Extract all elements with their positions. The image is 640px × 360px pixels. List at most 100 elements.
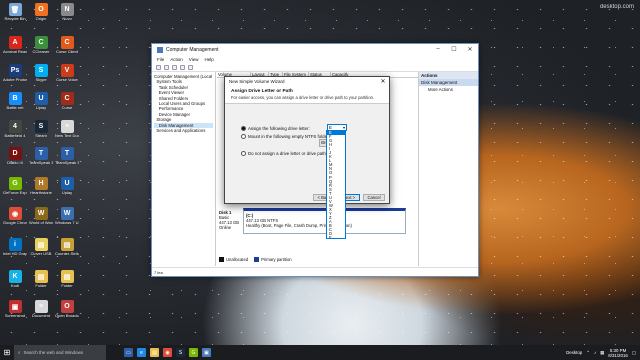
actions-disk-management[interactable]: Disk Management — [419, 79, 478, 86]
file-explorer-icon[interactable]: ▤ — [150, 348, 159, 357]
desktop-icon[interactable]: U Uplay — [29, 92, 53, 111]
app-icon: D — [8, 147, 22, 160]
app-icon: ≡ — [34, 300, 48, 313]
desktop-icon-label: Counter-Strike — [55, 252, 79, 256]
desktop-icon[interactable]: C Curse — [55, 92, 79, 111]
actions-header: Actions — [419, 72, 478, 79]
chevron-up-icon[interactable]: ⌃ — [586, 350, 590, 356]
app-icon: O — [34, 3, 48, 16]
desktop-icon[interactable]: C CCleaner — [29, 36, 53, 55]
menu-file[interactable]: File — [157, 57, 164, 62]
desktop-icon-label: Hearthstone — [30, 191, 52, 195]
desktop-icon[interactable]: AAcrobat Reader DC — [3, 36, 27, 55]
menu-bar: File Action View Help — [152, 55, 478, 63]
desktop-icon[interactable]: S Skype — [29, 64, 53, 83]
assign-letter-option[interactable]: Assign the following drive letter: — [241, 126, 310, 131]
drive-letter-option[interactable]: E — [327, 236, 345, 238]
desktop-icon-label: Document — [31, 314, 51, 318]
steam-icon[interactable]: S — [176, 348, 185, 357]
desktop-icon-label: Intel HD Graphics C... — [3, 252, 27, 256]
desktop-icon[interactable]: ▤ Folder — [55, 270, 79, 289]
desktop-icon[interactable]: V Curse Voice — [55, 64, 79, 83]
task-view-icon[interactable]: ▭ — [124, 348, 133, 357]
search-box[interactable]: ⌕ Search the web and Windows — [14, 345, 106, 360]
properties-icon[interactable] — [180, 64, 185, 70]
network-icon[interactable]: ▦ — [600, 350, 604, 356]
more-actions-link[interactable]: More Actions — [419, 86, 478, 93]
app-icon: C — [60, 92, 74, 105]
desktop-icon[interactable]: WWindows 7 USB DVD... — [55, 207, 79, 226]
back-icon[interactable] — [156, 64, 161, 70]
desktop-icon[interactable]: 🗑 Recycle Bin — [3, 3, 27, 22]
help-icon[interactable] — [188, 64, 193, 70]
drive-letter-dropdown-list[interactable]: EFGHIJKLMNOPQRSTUVWXYZABCDE — [326, 130, 346, 239]
close-button[interactable]: ✕ — [462, 46, 478, 53]
desktop-icon[interactable]: H Hearthstone — [29, 177, 53, 196]
desktop-icon[interactable]: ▤ Folder — [29, 270, 53, 289]
desktop-icon[interactable]: GGeForce Experience — [3, 177, 27, 196]
volume-icon[interactable]: ♪ — [594, 350, 596, 355]
desktop-icon[interactable]: ▤ Clover USB — [29, 238, 53, 257]
desktop-icon[interactable]: ◉Google Chrome — [3, 207, 27, 226]
radio-none[interactable] — [241, 151, 246, 156]
desktop-icon[interactable]: PsAdobe Photoshop — [3, 64, 27, 83]
desktop-icon-label: Adobe Photoshop — [3, 78, 27, 82]
desktop-icon[interactable]: ≡New Text Document — [55, 120, 79, 139]
wallpaper-credit: desktop.com — [599, 4, 634, 10]
desktop-icon[interactable]: S Steam — [29, 120, 53, 139]
minimize-button[interactable]: – — [430, 46, 446, 53]
wizard-titlebar[interactable]: New Simple Volume Wizard ✕ — [225, 77, 389, 86]
desktop-icon[interactable]: ▣ Screenshot — [3, 300, 27, 319]
desktop-icon[interactable]: D Diablo III — [3, 147, 27, 166]
menu-action[interactable]: Action — [170, 57, 183, 62]
up-icon[interactable] — [172, 64, 177, 70]
computer-management-task-icon[interactable]: ▣ — [202, 348, 211, 357]
desktop-icon[interactable]: C Curse Client — [55, 36, 79, 55]
app-icon: C — [34, 36, 48, 49]
desktop-icon[interactable]: TTeamSpeak 3 Client — [55, 147, 79, 166]
desktop-icon[interactable]: ▤ Counter-Strike — [55, 238, 79, 257]
system-tray: Desktop ⌃ ♪ ▦ 5:30 PM 8/31/2016 ▢ — [566, 348, 640, 358]
desktop-icon[interactable]: ≡ Document — [29, 300, 53, 319]
window-titlebar[interactable]: Computer Management – ☐ ✕ — [152, 44, 478, 55]
wizard-close-button[interactable]: ✕ — [377, 78, 389, 85]
geforce-icon[interactable]: G — [189, 348, 198, 357]
search-icon: ⌕ — [18, 350, 21, 355]
maximize-button[interactable]: ☐ — [446, 46, 462, 53]
desktop-icon-label: Screenshot — [4, 314, 26, 318]
desktop-icon[interactable]: O Origin — [29, 3, 53, 22]
volume-block[interactable]: (C:) 447.13 GB NTFS Healthy (Boot, Page … — [243, 208, 406, 234]
edge-icon[interactable]: e — [137, 348, 146, 357]
desktop-icon[interactable]: K Kodi — [3, 270, 27, 289]
desktop-icon[interactable]: OOpen Broadcaster — [55, 300, 79, 319]
clock[interactable]: 5:30 PM 8/31/2016 — [608, 348, 628, 358]
new-simple-volume-wizard[interactable]: New Simple Volume Wizard ✕ Assign Drive … — [224, 76, 390, 204]
chrome-icon[interactable]: ◉ — [163, 348, 172, 357]
no-letter-option[interactable]: Do not assign a drive letter or drive pa… — [241, 151, 326, 156]
app-icon: 🗑 — [8, 3, 22, 16]
desktop-icon[interactable]: N Nuvo — [55, 3, 79, 22]
desktop-icon[interactable]: WWorld of Warcraft — [29, 207, 53, 226]
menu-view[interactable]: View — [189, 57, 199, 62]
disk-row[interactable]: Disk 1 Basic 447.13 GB Online (C:) 447.1… — [219, 208, 416, 258]
desktop-icon[interactable]: 4 Battlefield 4 — [3, 120, 27, 139]
menu-help[interactable]: Help — [204, 57, 213, 62]
radio-mount[interactable] — [241, 134, 246, 139]
desktop-icon[interactable]: U Uplay — [55, 177, 79, 196]
desktop-icon[interactable]: TTeamSpeak 3 Client — [29, 147, 53, 166]
radio-assign[interactable] — [241, 126, 246, 131]
app-icon: W — [34, 207, 48, 220]
mount-folder-option[interactable]: Mount in the following empty NTFS folder… — [241, 134, 330, 139]
notifications-icon[interactable]: ▢ — [632, 350, 636, 356]
app-icon: T — [60, 147, 74, 160]
desktop-icon[interactable]: iIntel HD Graphics C... — [3, 238, 27, 257]
app-icon: A — [8, 36, 22, 49]
cancel-button[interactable]: Cancel — [363, 194, 385, 201]
forward-icon[interactable] — [164, 64, 169, 70]
app-icon: ▤ — [60, 270, 74, 283]
tree-item[interactable]: Services and Applications — [154, 128, 213, 133]
desktop-icon[interactable]: B Battle.net — [3, 92, 27, 111]
app-icon: U — [60, 177, 74, 190]
windows-start-icon[interactable]: ⊞ — [0, 345, 14, 360]
desktop-label[interactable]: Desktop — [566, 350, 582, 355]
